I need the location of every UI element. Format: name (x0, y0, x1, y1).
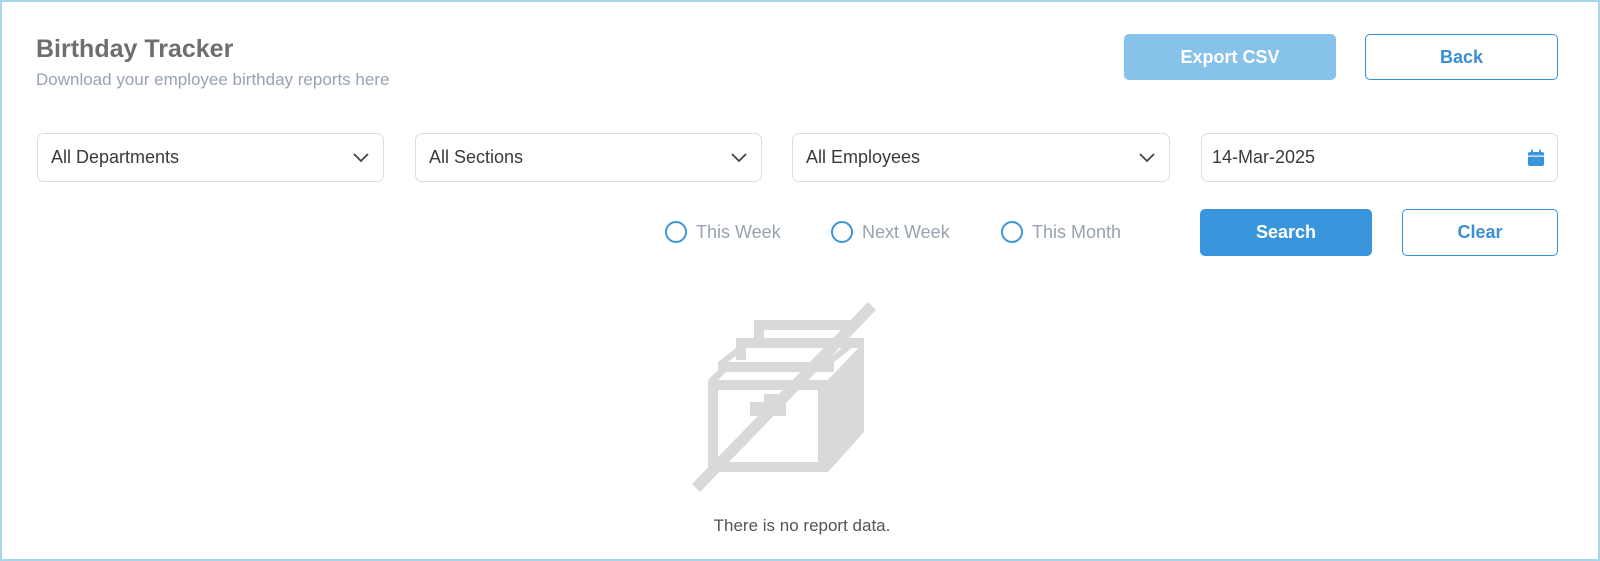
radio-label: This Month (1032, 221, 1122, 242)
search-button[interactable]: Search (1200, 209, 1372, 256)
calendar-icon[interactable] (1527, 149, 1545, 167)
empty-state-message: There is no report data. (713, 516, 891, 535)
radio-label: This Week (696, 221, 781, 242)
radio-circle[interactable] (665, 221, 687, 243)
chevron-down-icon (352, 149, 370, 167)
no-data-box-icon (692, 302, 902, 502)
chevron-down-icon (1138, 149, 1156, 167)
radio-label: Next Week (862, 221, 950, 242)
date-input[interactable]: 14-Mar-2025 (1201, 133, 1558, 182)
radio-this-month[interactable]: This Month (1001, 221, 1121, 243)
chevron-down-icon (730, 149, 748, 167)
date-input-value: 14-Mar-2025 (1212, 147, 1316, 167)
radio-circle[interactable] (831, 221, 853, 243)
radio-this-week[interactable]: This Week (665, 221, 781, 243)
section-select[interactable]: All Sections (415, 133, 762, 182)
page-subtitle: Download your employee birthday reports … (36, 70, 390, 89)
back-button[interactable]: Back (1365, 34, 1558, 80)
department-select[interactable]: All Departments (37, 133, 384, 182)
radio-next-week[interactable]: Next Week (831, 221, 950, 243)
radio-circle[interactable] (1001, 221, 1023, 243)
page-title: Birthday Tracker (36, 35, 234, 63)
employee-select[interactable]: All Employees (792, 133, 1170, 182)
report-panel: Birthday Tracker Download your employee … (0, 0, 1600, 561)
export-csv-button[interactable]: Export CSV (1124, 34, 1336, 80)
clear-button[interactable]: Clear (1402, 209, 1558, 256)
employee-select-value: All Employees (806, 147, 921, 167)
department-select-value: All Departments (51, 147, 180, 167)
section-select-value: All Sections (429, 147, 524, 167)
